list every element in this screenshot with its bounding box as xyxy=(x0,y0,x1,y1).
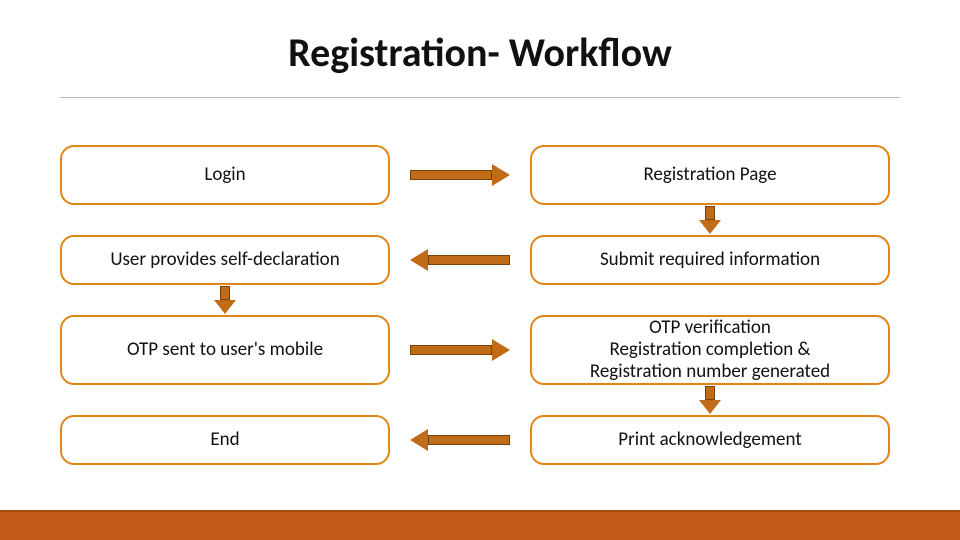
arrow-right-icon xyxy=(410,168,510,182)
arrow-down-icon xyxy=(218,286,232,314)
slide-title: Registration- Workflow xyxy=(0,0,960,77)
node-otp-sent: OTP sent to user's mobile xyxy=(60,315,390,385)
node-registration-page: Registration Page xyxy=(530,145,890,205)
node-login: Login xyxy=(60,145,390,205)
arrow-left-icon xyxy=(410,433,510,447)
node-submit-info: Submit required information xyxy=(530,235,890,285)
flow-grid: Login Registration Page User provides se… xyxy=(60,145,930,465)
arrow-right-icon xyxy=(410,343,510,357)
node-print-ack: Print acknowledgement xyxy=(530,415,890,465)
arrow-down-icon xyxy=(703,206,717,234)
title-underline xyxy=(60,97,900,98)
footer-bar xyxy=(0,510,960,540)
arrow-down-icon xyxy=(703,386,717,414)
node-self-declaration: User provides self-declaration xyxy=(60,235,390,285)
arrow-left-icon xyxy=(410,253,510,267)
node-otp-verification: OTP verification Registration completion… xyxy=(530,315,890,385)
node-end: End xyxy=(60,415,390,465)
